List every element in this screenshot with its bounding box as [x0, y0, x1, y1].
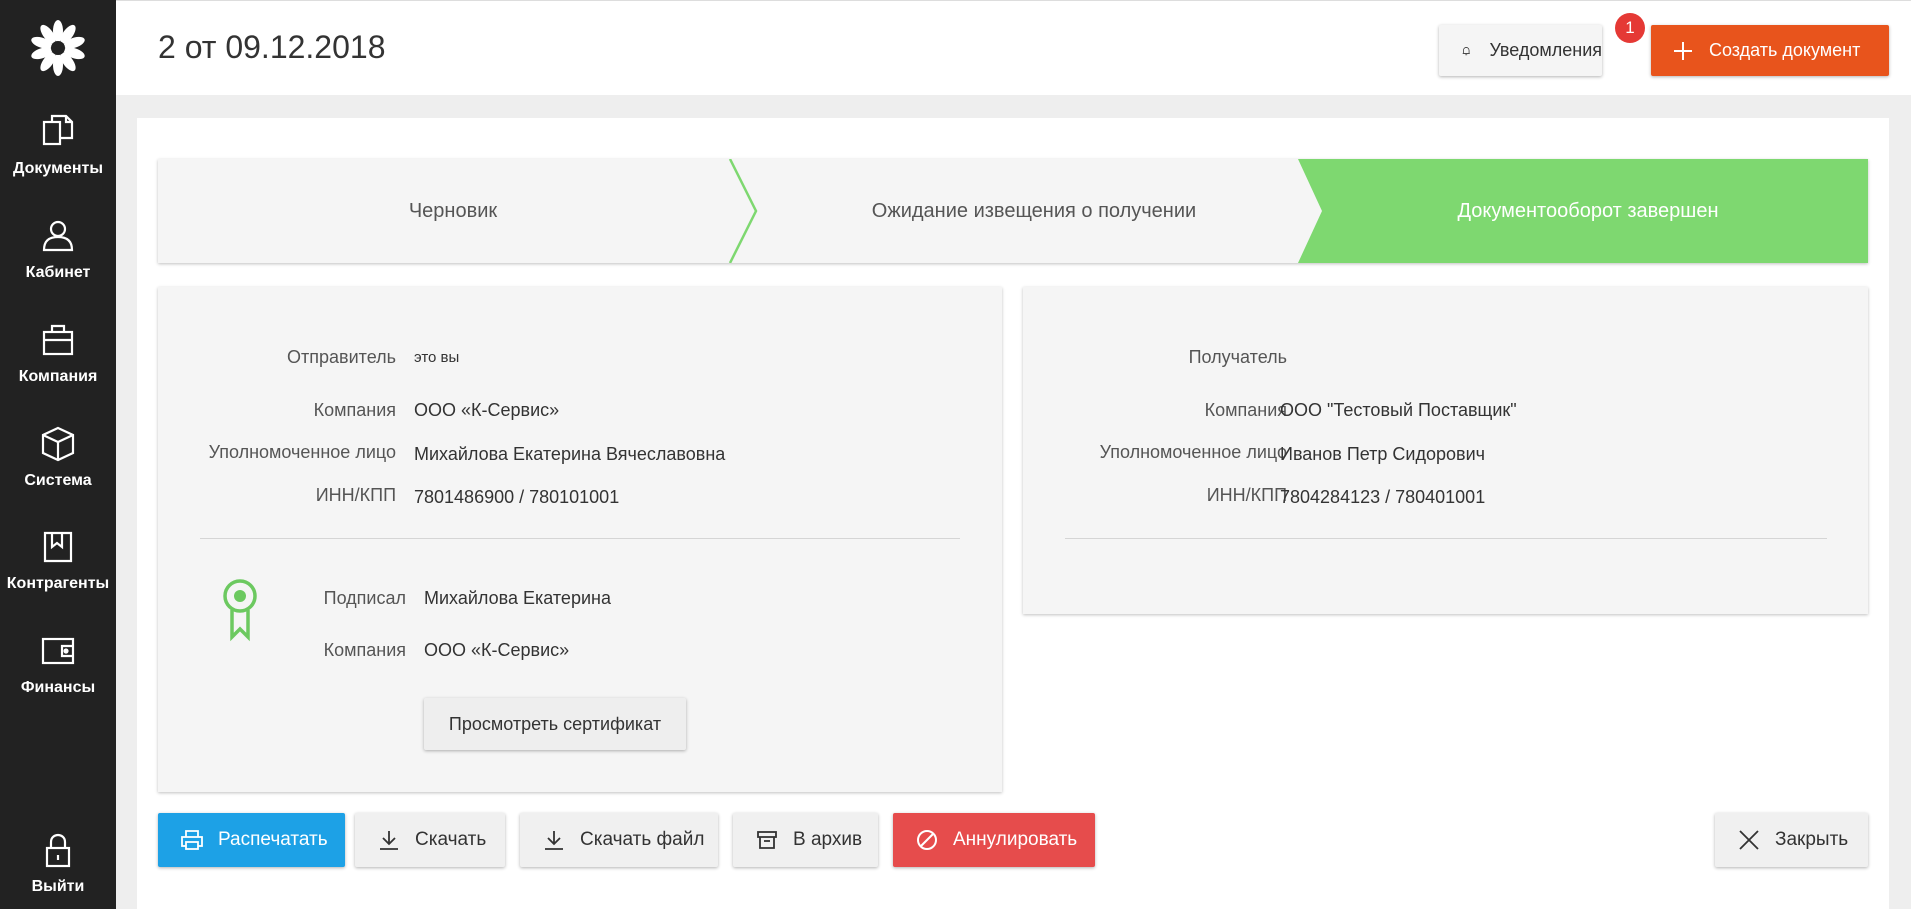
notifications-label: Уведомления [1489, 40, 1602, 60]
recipient-label: Получатель [1188, 347, 1287, 367]
sidebar-item-logout[interactable]: Выйти [0, 830, 116, 909]
archive-button[interactable]: В архив [733, 813, 878, 867]
sidebar-item-counterparties[interactable]: Контрагенты [0, 527, 116, 627]
sender-inn-value: 7801486900 / 780101001 [414, 487, 620, 507]
create-document-label: Создать документ [1709, 40, 1861, 60]
sender-label: Отправитель [287, 347, 396, 367]
notification-count-badge: 1 [1615, 13, 1645, 43]
sidebar-item-label: Контрагенты [6, 575, 110, 592]
logo-icon [31, 20, 85, 76]
divider [200, 538, 960, 539]
step-awaiting-receipt: Ожидание извещения о получении [871, 200, 1197, 222]
sidebar: Документы Кабинет Компания Система Контр… [0, 0, 116, 909]
sender-inn-label: ИНН/КПП [315, 485, 396, 505]
plus-icon [1674, 41, 1692, 60]
sidebar-item-label: Финансы [20, 679, 96, 696]
sender-panel: Отправитель это вы Компания ООО «К-Серви… [158, 287, 1002, 792]
download-file-label: Скачать файл [580, 829, 705, 850]
signed-by-value: Михайлова Екатерина [424, 588, 611, 608]
status-stepper: Черновик Ожидание извещения о получении … [158, 159, 1868, 263]
recipient-inn-value: 7804284123 / 780401001 [1280, 487, 1486, 507]
user-icon [42, 220, 74, 252]
bookmark-book-icon [43, 531, 73, 563]
documents-icon [42, 114, 74, 146]
recipient-person-label: Уполномоченное лицо [1099, 442, 1287, 462]
recipient-inn-label: ИНН/КПП [1206, 485, 1287, 505]
close-icon [1739, 830, 1759, 850]
archive-box-icon [757, 831, 777, 849]
sidebar-item-company[interactable]: Компания [0, 320, 116, 420]
notifications-button[interactable]: Уведомления [1439, 25, 1602, 76]
printer-icon [181, 830, 203, 850]
close-label: Закрыть [1775, 829, 1849, 850]
step-completed: Документооборот завершен [1457, 200, 1719, 222]
sidebar-item-documents[interactable]: Документы [0, 112, 116, 212]
sender-person-value: Михайлова Екатерина Вячеславовна [414, 444, 726, 464]
sidebar-item-label: Выйти [31, 878, 85, 895]
lock-icon [45, 833, 71, 868]
sidebar-item-label: Документы [13, 160, 103, 177]
sender-company-label: Компания [313, 400, 396, 420]
download-label: Скачать [415, 829, 487, 850]
download-button[interactable]: Скачать [355, 813, 505, 867]
sign-company-value: ООО «К-Сервис» [424, 640, 570, 660]
archive-label: В архив [793, 829, 863, 850]
sidebar-item-cabinet[interactable]: Кабинет [0, 216, 116, 316]
certificate-ribbon-icon [223, 579, 257, 642]
recipient-panel: Получатель Компания ООО "Тестовый Постав… [1023, 287, 1868, 614]
step-draft: Черновик [408, 200, 498, 222]
view-certificate-button[interactable]: Просмотреть сертификат [424, 698, 686, 750]
download-icon [545, 831, 563, 850]
bell-icon [1462, 46, 1470, 55]
download-file-button[interactable]: Скачать файл [520, 813, 718, 867]
box-icon [41, 426, 75, 462]
print-button[interactable]: Распечатать [158, 813, 345, 867]
sidebar-item-finance[interactable]: Финансы [0, 631, 116, 731]
cancel-circle-icon [917, 830, 937, 850]
sidebar-item-label: Система [24, 472, 92, 489]
download-icon [380, 831, 398, 850]
sidebar-item-label: Компания [18, 368, 98, 385]
header: 2 от 09.12.2018 Уведомления 1 Создать до… [116, 0, 1911, 95]
wallet-icon [41, 637, 75, 665]
recipient-company-value: ООО "Тестовый Поставщик" [1280, 400, 1517, 420]
recipient-company-label: Компания [1204, 400, 1287, 420]
create-document-button[interactable]: Создать документ [1651, 25, 1889, 76]
sender-company-value: ООО «К-Сервис» [414, 400, 560, 420]
annul-button[interactable]: Аннулировать [893, 813, 1095, 867]
signed-by-label: Подписал [323, 588, 406, 608]
close-button[interactable]: Закрыть [1715, 813, 1868, 867]
sidebar-item-label: Кабинет [25, 264, 91, 281]
sidebar-item-system[interactable]: Система [0, 424, 116, 524]
sender-person-label: Уполномоченное лицо [208, 442, 396, 462]
sender-value: это вы [414, 349, 460, 366]
annul-label: Аннулировать [953, 829, 1078, 850]
print-label: Распечатать [218, 829, 328, 850]
recipient-person-value: Иванов Петр Сидорович [1280, 444, 1486, 464]
page-title: 2 от 09.12.2018 [158, 29, 386, 65]
sign-company-label: Компания [323, 640, 406, 660]
briefcase-icon [42, 324, 74, 356]
divider [1065, 538, 1827, 539]
